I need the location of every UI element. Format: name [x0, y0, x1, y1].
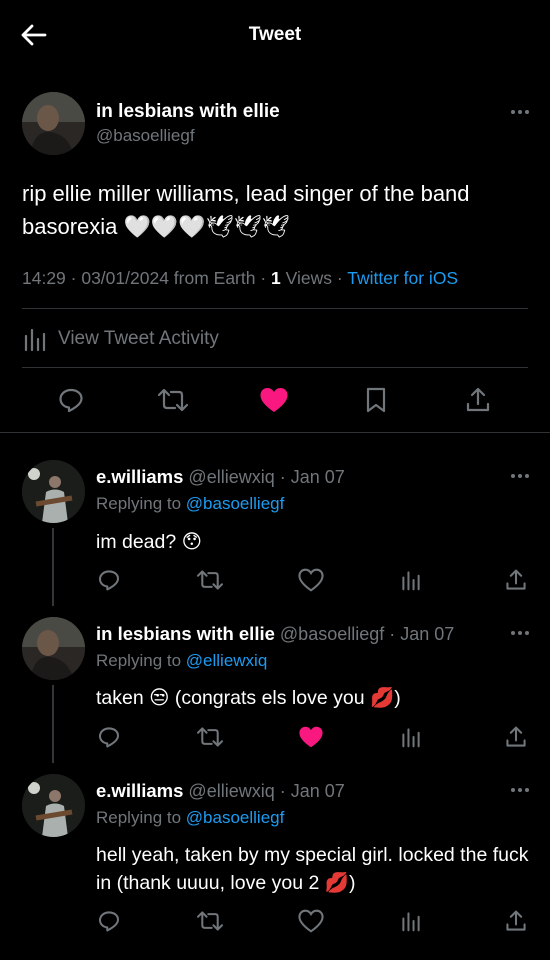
replying-to-link[interactable]: @elliewxiq [186, 651, 268, 670]
replying-to-link[interactable]: @basoelliegf [186, 494, 285, 513]
reply-text: hell yeah, taken by my special girl. loc… [96, 844, 529, 894]
divider [0, 432, 550, 433]
avatar[interactable] [22, 92, 85, 155]
reply-icon [59, 388, 83, 413]
reply-action-bar [0, 566, 550, 594]
view-analytics-button[interactable] [397, 723, 425, 751]
tweet-meta: 14:29 · 03/01/2024 from Earth · 1 Views … [22, 268, 458, 289]
share-button[interactable] [502, 907, 530, 935]
reply-icon [98, 570, 120, 591]
activity-label: View Tweet Activity [58, 328, 219, 349]
author-handle-date[interactable]: @elliewxiq · Jan 07 [188, 467, 344, 487]
retweet-icon [196, 570, 224, 590]
replying-prefix: Replying to [96, 651, 186, 670]
divider [22, 367, 528, 368]
retweet-icon [196, 911, 224, 931]
author-handle-date[interactable]: @elliewxiq · Jan 07 [188, 781, 344, 801]
view-analytics-button[interactable] [397, 907, 425, 935]
reply-button[interactable] [95, 907, 123, 935]
replying-to-link[interactable]: @basoelliegf [186, 808, 285, 827]
replying-prefix: Replying to [96, 494, 186, 513]
bookmark-icon [366, 387, 386, 413]
reply-header: e.williams @elliewxiq · Jan 07 [96, 780, 345, 802]
reply-action-bar [0, 907, 550, 935]
avatar[interactable] [22, 617, 85, 680]
author-name[interactable]: in lesbians with ellie [96, 623, 275, 644]
like-button[interactable] [297, 723, 325, 751]
tweet-source-link[interactable]: Twitter for iOS [347, 268, 458, 288]
retweet-button[interactable] [196, 566, 224, 594]
share-button[interactable] [502, 723, 530, 751]
retweet-button[interactable] [196, 723, 224, 751]
more-options-button[interactable] [510, 630, 530, 636]
avatar[interactable] [22, 460, 85, 523]
share-button[interactable] [462, 384, 494, 416]
reply-button[interactable] [95, 723, 123, 751]
tweet-timestamp: 14:29 · 03/01/2024 from Earth · [22, 268, 272, 288]
reply-header: e.williams @elliewxiq · Jan 07 [96, 466, 345, 488]
like-button[interactable] [258, 384, 290, 416]
heart-filled-icon [260, 388, 288, 412]
retweet-button[interactable] [157, 384, 189, 416]
bookmark-button[interactable] [360, 384, 392, 416]
retweet-icon [157, 388, 189, 412]
reply-action-bar [0, 723, 550, 751]
reply-text: taken 😒 (congrats els love you 💋) [96, 687, 401, 709]
avatar[interactable] [22, 774, 85, 837]
heart-filled-icon [299, 726, 323, 748]
analytics-icon [24, 328, 46, 352]
views-count: 1 [271, 268, 281, 288]
divider [22, 308, 528, 309]
replying-to: Replying to @elliewxiq [96, 651, 267, 671]
reply-button[interactable] [55, 384, 87, 416]
replying-prefix: Replying to [96, 808, 186, 827]
share-button[interactable] [502, 566, 530, 594]
view-analytics-button[interactable] [397, 566, 425, 594]
more-options-button[interactable] [510, 473, 530, 479]
page-title: Tweet [248, 24, 302, 45]
retweet-button[interactable] [196, 907, 224, 935]
author-name[interactable]: in lesbians with ellie [96, 101, 280, 123]
share-icon [506, 726, 526, 747]
reply-icon [98, 911, 120, 932]
replying-to: Replying to @basoelliegf [96, 808, 284, 828]
analytics-icon [402, 728, 420, 748]
author-handle[interactable]: @basoelliegf [96, 126, 195, 146]
more-dots-icon [511, 110, 529, 114]
like-button[interactable] [297, 566, 325, 594]
views-label: Views · [280, 268, 348, 288]
author-name[interactable]: e.williams [96, 780, 183, 801]
retweet-icon [196, 727, 224, 747]
reply-header: in lesbians with ellie @basoelliegf · Ja… [96, 623, 454, 645]
analytics-icon [402, 571, 420, 591]
more-dots-icon [511, 631, 529, 635]
like-button[interactable] [297, 907, 325, 935]
heart-icon [298, 568, 324, 592]
author-handle-date[interactable]: @basoelliegf · Jan 07 [280, 624, 454, 644]
share-icon [466, 387, 490, 412]
reply-text: im dead? 😯 [96, 531, 202, 553]
tweet-text: rip ellie miller williams, lead singer o… [22, 181, 470, 239]
analytics-icon [402, 912, 420, 932]
heart-icon [298, 909, 324, 933]
share-icon [506, 910, 526, 931]
more-dots-icon [511, 474, 529, 478]
share-icon [506, 569, 526, 590]
author-name[interactable]: e.williams [96, 466, 183, 487]
view-tweet-activity[interactable]: View Tweet Activity [22, 326, 219, 352]
reply-button[interactable] [95, 566, 123, 594]
more-options-button[interactable] [510, 109, 530, 115]
replying-to: Replying to @basoelliegf [96, 494, 284, 514]
tweet-action-bar [0, 384, 550, 418]
more-dots-icon [511, 788, 529, 792]
reply-icon [98, 727, 120, 748]
more-options-button[interactable] [510, 787, 530, 793]
